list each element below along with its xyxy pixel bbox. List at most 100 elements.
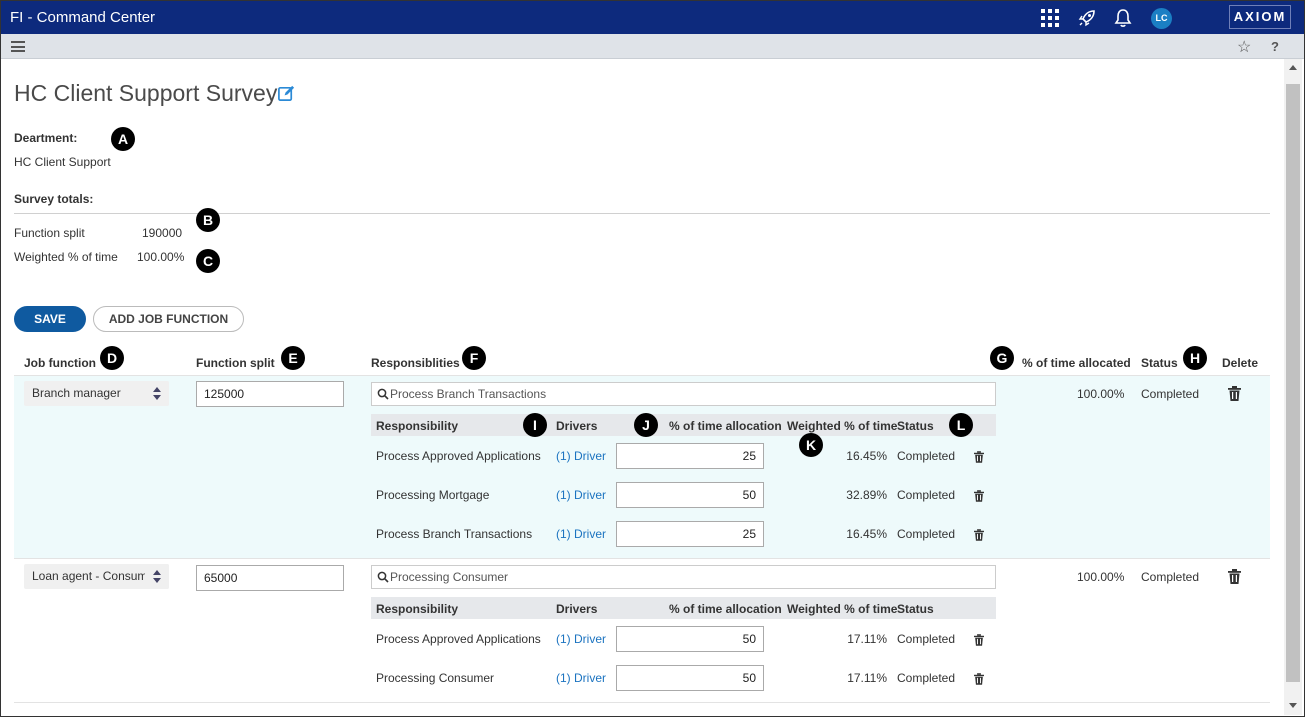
weighted-value: 32.89% bbox=[846, 488, 887, 502]
drivers-link[interactable]: (1) Driver bbox=[556, 632, 606, 646]
delete-responsibility-icon[interactable] bbox=[974, 529, 984, 541]
drivers-link[interactable]: (1) Driver bbox=[556, 449, 606, 463]
axiom-logo: AXIOM bbox=[1229, 5, 1291, 29]
col-job-function: Job function bbox=[24, 356, 96, 370]
allocation-input[interactable]: 50 bbox=[616, 482, 764, 508]
scroll-down-arrow-icon[interactable] bbox=[1289, 703, 1297, 708]
page-title: HC Client Support Survey bbox=[14, 80, 278, 106]
drivers-link[interactable]: (1) Driver bbox=[556, 671, 606, 685]
delete-responsibility-icon[interactable] bbox=[974, 490, 984, 502]
delete-responsibility-icon[interactable] bbox=[974, 451, 984, 463]
col-pct-allocated: % of time allocated bbox=[1022, 356, 1131, 370]
responsibility-name: Processing Mortgage bbox=[376, 488, 490, 502]
function-split-input[interactable]: 65000 bbox=[196, 565, 344, 591]
sub-col-drivers: Drivers bbox=[556, 602, 598, 616]
search-icon bbox=[377, 571, 389, 583]
hamburger-menu-icon[interactable] bbox=[11, 41, 25, 52]
weighted-value: 17.11% bbox=[847, 671, 887, 685]
weighted-total-label: Weighted % of time bbox=[14, 250, 118, 264]
responsibility-status: Completed bbox=[897, 671, 956, 685]
callout-marker: H bbox=[1183, 346, 1207, 370]
function-split-total-label: Function split bbox=[14, 226, 85, 240]
callout-marker: A bbox=[111, 127, 135, 151]
delete-trash-icon[interactable] bbox=[1228, 569, 1241, 584]
job-function-select-value: Loan agent - Consumer bbox=[32, 569, 159, 583]
allocation-input[interactable]: 25 bbox=[616, 521, 764, 547]
delete-responsibility-icon[interactable] bbox=[974, 634, 984, 646]
responsibility-search-input[interactable]: Process Branch Transactions bbox=[371, 382, 996, 406]
pct-allocated-value: 100.00% bbox=[1077, 570, 1125, 584]
job-function-select[interactable]: Loan agent - Consumer bbox=[24, 564, 169, 589]
allocation-input[interactable]: 25 bbox=[616, 443, 764, 469]
department-label: Deartment: bbox=[14, 131, 78, 145]
sub-col-drivers: Drivers bbox=[556, 419, 598, 433]
weighted-value: 17.11% bbox=[847, 632, 887, 646]
department-value: HC Client Support bbox=[14, 155, 111, 169]
weighted-value: 16.45% bbox=[846, 527, 887, 541]
user-avatar[interactable]: LC bbox=[1151, 8, 1172, 29]
apps-grid-icon[interactable] bbox=[1040, 8, 1060, 28]
callout-marker: B bbox=[196, 208, 220, 232]
callout-marker: C bbox=[196, 249, 220, 273]
function-split-input[interactable]: 125000 bbox=[196, 381, 344, 407]
responsibility-subtable-header: Responsibility Drivers % of time allocat… bbox=[371, 597, 996, 619]
sub-col-pct-allocation: % of time allocation bbox=[669, 602, 782, 616]
allocation-input[interactable]: 50 bbox=[616, 665, 764, 691]
search-value: Processing Consumer bbox=[390, 570, 509, 584]
sub-col-pct-allocation: % of time allocation bbox=[669, 419, 782, 433]
col-responsibilities: Responsiblities bbox=[371, 356, 460, 370]
responsibility-status: Completed bbox=[897, 449, 956, 463]
search-value: Process Branch Transactions bbox=[390, 387, 547, 401]
scroll-up-arrow-icon[interactable] bbox=[1289, 65, 1297, 70]
sub-col-responsibility: Responsibility bbox=[376, 419, 459, 433]
sub-col-weighted: Weighted % of time bbox=[787, 602, 898, 616]
callout-marker: J bbox=[634, 413, 658, 437]
edit-icon[interactable] bbox=[277, 84, 296, 103]
responsibility-subtable-header: Responsibility Drivers % of time allocat… bbox=[371, 414, 996, 436]
responsibility-status: Completed bbox=[897, 527, 956, 541]
allocation-input[interactable]: 50 bbox=[616, 626, 764, 652]
callout-marker: I bbox=[523, 413, 547, 437]
responsibility-name: Processing Consumer bbox=[376, 671, 495, 685]
drivers-link[interactable]: (1) Driver bbox=[556, 527, 606, 541]
help-icon[interactable]: ? bbox=[1271, 39, 1279, 54]
select-arrows-icon[interactable] bbox=[145, 564, 169, 589]
favorite-star-icon[interactable]: ☆ bbox=[1237, 37, 1251, 57]
weighted-total-value: 100.00% bbox=[137, 250, 185, 264]
bell-icon[interactable] bbox=[1113, 8, 1133, 28]
pct-allocated-value: 100.00% bbox=[1077, 387, 1125, 401]
app-title: FI - Command Center bbox=[10, 9, 156, 26]
job-function-select[interactable]: Branch manager bbox=[24, 381, 169, 406]
responsibility-status: Completed bbox=[897, 488, 956, 502]
responsibility-search-input[interactable]: Processing Consumer bbox=[371, 565, 996, 589]
callout-marker: F bbox=[462, 346, 486, 370]
callout-marker: G bbox=[990, 346, 1014, 370]
scrollbar-thumb[interactable] bbox=[1286, 84, 1300, 682]
add-job-function-button[interactable]: ADD JOB FUNCTION bbox=[93, 306, 244, 332]
save-button[interactable]: SAVE bbox=[14, 306, 86, 332]
status-value: Completed bbox=[1141, 570, 1200, 584]
status-value: Completed bbox=[1141, 387, 1200, 401]
sub-col-weighted: Weighted % of time bbox=[787, 419, 898, 433]
responsibility-name: Process Approved Applications bbox=[376, 632, 541, 646]
rocket-icon[interactable] bbox=[1077, 8, 1097, 28]
drivers-link[interactable]: (1) Driver bbox=[556, 488, 606, 502]
function-split-total-value: 190000 bbox=[142, 226, 183, 240]
vertical-scrollbar[interactable] bbox=[1284, 59, 1302, 715]
search-icon bbox=[377, 388, 389, 400]
job-function-select-value: Branch manager bbox=[32, 386, 121, 400]
callout-marker: E bbox=[281, 346, 305, 370]
delete-responsibility-icon[interactable] bbox=[974, 673, 984, 685]
sub-col-status: Status bbox=[897, 419, 934, 433]
top-bar: FI - Command Center LC AXIOM bbox=[0, 0, 1305, 34]
survey-totals-label: Survey totals: bbox=[14, 192, 94, 206]
select-arrows-icon[interactable] bbox=[145, 381, 169, 406]
delete-trash-icon[interactable] bbox=[1228, 386, 1241, 401]
callout-marker: D bbox=[100, 346, 124, 370]
col-status: Status bbox=[1141, 356, 1178, 370]
responsibility-name: Process Branch Transactions bbox=[376, 527, 533, 541]
responsibility-name: Process Approved Applications bbox=[376, 449, 541, 463]
callout-marker: K bbox=[799, 433, 823, 457]
col-function-split: Function split bbox=[196, 356, 275, 370]
responsibility-status: Completed bbox=[897, 632, 956, 646]
